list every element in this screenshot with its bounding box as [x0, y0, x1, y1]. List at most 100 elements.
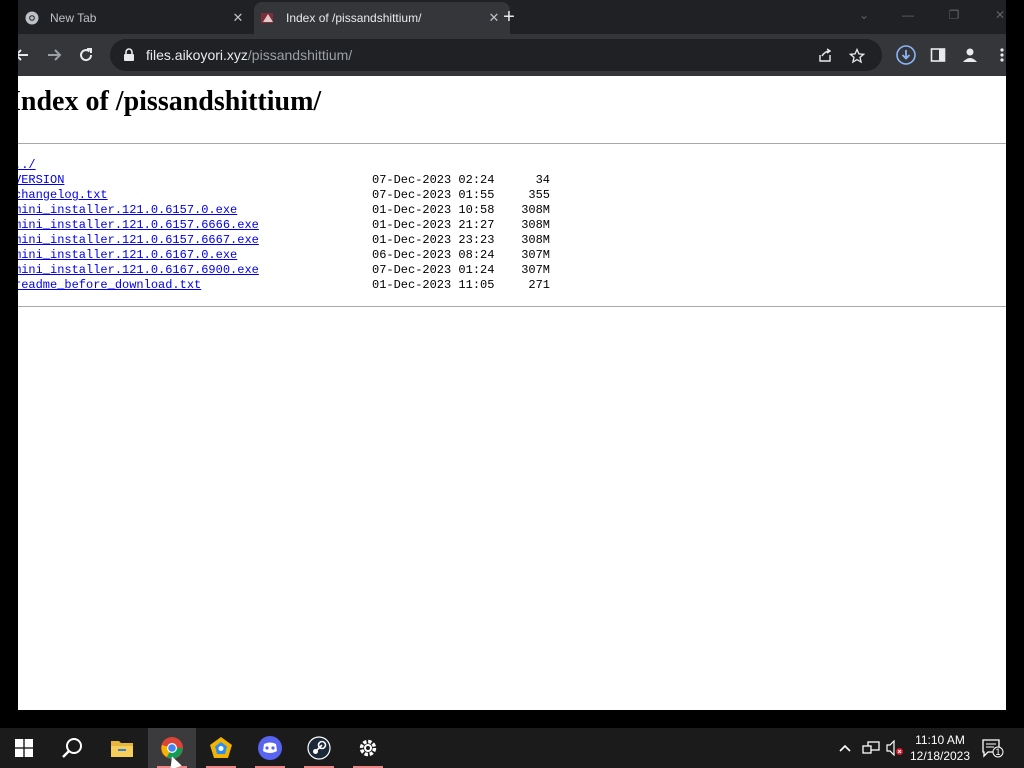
side-panel-icon: [930, 48, 946, 62]
page-favicon: [260, 10, 276, 26]
download-icon: [896, 45, 916, 65]
discord-icon: [258, 736, 282, 760]
new-tab-button[interactable]: +: [498, 6, 520, 28]
taskbar: 11:10 AM 12/18/2023 1: [0, 728, 1024, 768]
file-date: 07-Dec-2023 01:24: [372, 263, 495, 277]
file-link[interactable]: changelog.txt: [18, 188, 372, 203]
network-icon: [862, 741, 880, 754]
list-item: mini_installer.121.0.6157.0.exe 01-Dec-20…: [18, 203, 550, 218]
tab-search-icon[interactable]: ⌄: [844, 2, 884, 28]
taskbar-search-button[interactable]: [48, 728, 96, 768]
url-path: /pissandshittium/: [247, 47, 353, 63]
file-link[interactable]: mini_installer.121.0.6157.6667.exe: [18, 233, 372, 248]
file-date: [372, 158, 500, 173]
start-icon: [15, 739, 33, 757]
tab-strip: New Tab ✕ Index of /pissandshittium/ ✕ +…: [18, 0, 1006, 34]
tab-new-tab[interactable]: New Tab ✕: [18, 2, 254, 34]
app-pentagon-icon: [210, 737, 232, 758]
address-bar[interactable]: files.aikoyori.xyz/pissandshittium/: [110, 39, 882, 71]
file-size: 307M: [521, 263, 550, 277]
close-window-button[interactable]: ✕: [980, 2, 1006, 28]
file-listing: ../ VERSION07-Dec-2023 02:24 34 changelog…: [18, 158, 550, 293]
minimize-button[interactable]: —: [888, 2, 928, 28]
reload-icon: [80, 48, 93, 62]
file-explorer-icon: [111, 741, 133, 757]
taskbar-discord[interactable]: [246, 728, 294, 768]
page-title: Index of /pissandshittium/: [18, 86, 322, 117]
file-size: 308M: [521, 203, 550, 217]
file-link[interactable]: mini_installer.121.0.6157.6666.exe: [18, 218, 372, 233]
taskbar-steam[interactable]: [295, 728, 343, 768]
start-button[interactable]: [0, 728, 48, 768]
tab-title: Index of /pissandshittium/: [286, 11, 422, 25]
file-date: 07-Dec-2023 01:55: [372, 188, 495, 202]
list-item: VERSION 07-Dec-2023 02:24 34: [18, 173, 550, 188]
side-panel-button[interactable]: [926, 43, 950, 67]
list-item: mini_installer.121.0.6157.6667.exe 01-Dec…: [18, 233, 550, 248]
file-size: 307M: [521, 248, 550, 262]
file-date: 01-Dec-2023 10:58: [372, 203, 495, 217]
file-link[interactable]: mini_installer.121.0.6157.0.exe: [18, 203, 372, 218]
file-size: 308M: [521, 233, 550, 247]
reload-button[interactable]: [74, 43, 98, 67]
file-link[interactable]: VERSION: [18, 173, 372, 188]
forward-button[interactable]: [42, 43, 66, 67]
taskbar-file-explorer[interactable]: [98, 728, 146, 768]
kebab-menu-icon: [1000, 48, 1004, 62]
steam-icon: [307, 736, 331, 760]
file-link[interactable]: readme_before_download.txt: [18, 278, 372, 293]
page-content: Index of /pissandshittium/ ../ VERSION07…: [18, 76, 1006, 710]
menu-button[interactable]: [990, 43, 1006, 67]
notification-center-button[interactable]: 1: [982, 728, 1004, 768]
file-size: 34: [535, 173, 550, 187]
taskbar-settings[interactable]: [344, 728, 392, 768]
restore-button[interactable]: ❐: [934, 2, 974, 28]
system-clock[interactable]: 11:10 AM 12/18/2023: [905, 732, 975, 764]
divider: [18, 143, 1006, 144]
browser-toolbar: files.aikoyori.xyz/pissandshittium/: [18, 34, 1006, 76]
profile-icon: [963, 48, 977, 62]
share-icon[interactable]: [816, 47, 834, 65]
file-size: 271: [528, 278, 550, 292]
list-item: changelog.txt 07-Dec-2023 01:55 355: [18, 188, 550, 203]
file-date: 01-Dec-2023 11:05: [372, 278, 495, 292]
list-item: mini_installer.121.0.6167.0.exe 06-Dec-20…: [18, 248, 550, 263]
settings-icon: [359, 739, 377, 757]
browser-window: New Tab ✕ Index of /pissandshittium/ ✕ +…: [18, 0, 1006, 710]
url-text: files.aikoyori.xyz/pissandshittium/: [146, 47, 352, 63]
taskbar-app-pentagon[interactable]: [197, 728, 245, 768]
show-hidden-icons-button[interactable]: [838, 728, 852, 768]
tab-index[interactable]: Index of /pissandshittium/ ✕: [254, 2, 510, 34]
notification-count: 1: [995, 747, 1001, 757]
file-link[interactable]: mini_installer.121.0.6167.6900.exe: [18, 263, 372, 278]
forward-arrow-icon: [48, 49, 62, 61]
volume-button[interactable]: [886, 728, 904, 768]
list-item: mini_installer.121.0.6157.6666.exe 01-Dec…: [18, 218, 550, 233]
back-button[interactable]: [18, 43, 34, 67]
clock-date: 12/18/2023: [909, 749, 971, 763]
url-domain: files.aikoyori.xyz: [146, 47, 248, 63]
file-link[interactable]: mini_installer.121.0.6167.0.exe: [18, 248, 372, 263]
tab-title: New Tab: [50, 11, 97, 25]
file-date: 06-Dec-2023 08:24: [372, 248, 495, 262]
profile-button[interactable]: [958, 43, 982, 67]
network-button[interactable]: [862, 728, 880, 768]
list-item: readme_before_download.txt 01-Dec-2023 11…: [18, 278, 550, 293]
file-size: [500, 158, 550, 173]
file-date: 07-Dec-2023 02:24: [372, 173, 495, 187]
download-button[interactable]: [894, 43, 918, 67]
bookmark-star-icon[interactable]: [848, 47, 866, 65]
file-size: 355: [528, 188, 550, 202]
file-date: 01-Dec-2023 23:23: [372, 233, 495, 247]
clock-time: 11:10 AM: [915, 733, 965, 747]
back-arrow-icon: [18, 49, 28, 61]
chrome-icon: [24, 10, 40, 26]
volume-muted-icon: [886, 740, 903, 756]
divider: [18, 306, 1006, 307]
close-tab-icon[interactable]: ✕: [228, 8, 248, 28]
list-item: ../: [18, 158, 550, 173]
file-date: 01-Dec-2023 21:27: [372, 218, 495, 232]
lock-icon[interactable]: [122, 48, 136, 62]
file-link[interactable]: ../: [18, 158, 372, 173]
list-item: mini_installer.121.0.6167.6900.exe 07-Dec…: [18, 263, 550, 278]
